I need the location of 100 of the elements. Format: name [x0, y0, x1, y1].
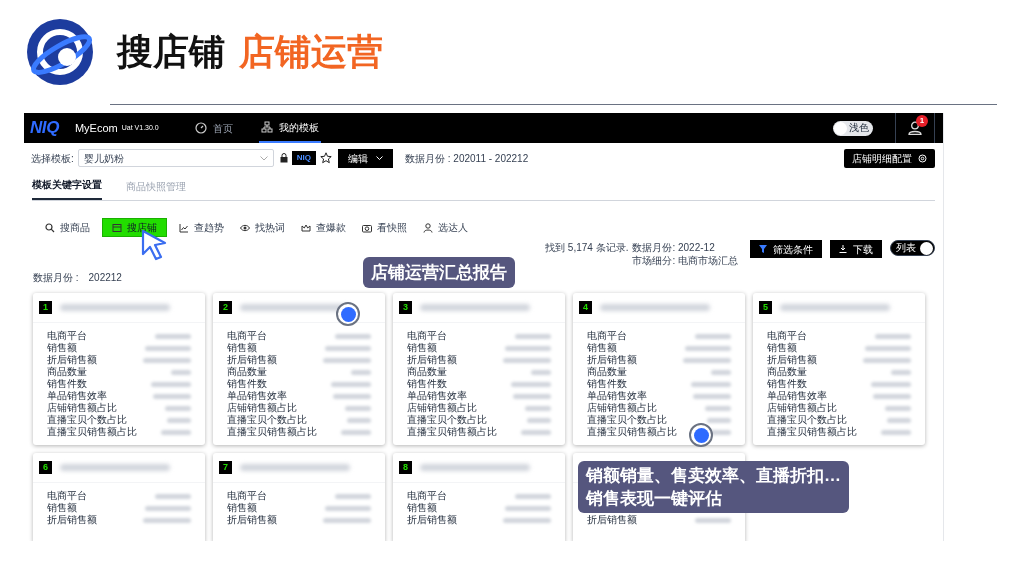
filter-button[interactable]: 筛选条件: [750, 240, 822, 258]
metric-label: 折后销售额: [227, 354, 277, 366]
metric-label: 电商平台: [227, 490, 267, 502]
crown-icon: [301, 222, 311, 233]
metric-label: 直播宝贝销售额占比: [227, 426, 317, 438]
blurred-value: [503, 517, 551, 523]
metric-label: 折后销售额: [407, 354, 457, 366]
blurred-value: [325, 345, 371, 351]
rank-badge: 8: [399, 461, 412, 474]
metric-label: 电商平台: [227, 330, 267, 342]
blurred-value: [525, 405, 551, 411]
lock-icon: [279, 153, 288, 163]
blurred-value: [155, 493, 191, 499]
metric-label: 店铺销售额占比: [587, 402, 657, 414]
blurred-value: [323, 517, 371, 523]
tab[interactable]: 模板关键字设置: [32, 177, 102, 200]
tool-button[interactable]: 找热词: [236, 218, 289, 237]
tool-button[interactable]: 搜商品: [41, 218, 94, 237]
metric-label: 店铺销售额占比: [227, 402, 297, 414]
metric-label: 商品数量: [587, 366, 627, 378]
blurred-value: [333, 393, 371, 399]
blurred-value: [685, 345, 731, 351]
blurred-value: [531, 369, 551, 375]
tool-button[interactable]: 搜店铺: [102, 218, 167, 237]
tool-button[interactable]: 选达人: [419, 218, 472, 237]
nav-tab[interactable]: 首页: [192, 113, 235, 143]
blurred-value: [341, 429, 371, 435]
data-month-label: 数据月份 :: [33, 270, 79, 285]
metric-label: 电商平台: [407, 490, 447, 502]
blurred-value: [143, 357, 191, 363]
star-icon[interactable]: [320, 152, 332, 164]
blurred-value: [683, 357, 731, 363]
gauge-icon: [194, 122, 207, 134]
template-select[interactable]: 婴儿奶粉: [77, 149, 274, 167]
user-button[interactable]: 1: [895, 113, 935, 143]
theme-toggle[interactable]: 浅色: [833, 120, 873, 136]
blurred-value: [693, 393, 731, 399]
metric-label: 直播宝贝个数占比: [767, 414, 847, 426]
metric-label: 销售额: [407, 502, 437, 514]
store-icon: [112, 222, 122, 233]
nav-tab[interactable]: 我的模板: [258, 113, 321, 143]
search-icon: [45, 222, 55, 233]
blurred-value: [873, 393, 911, 399]
view-toggle[interactable]: 列表: [890, 240, 935, 256]
metric-label: 电商平台: [407, 330, 447, 342]
blurred-value: [887, 417, 911, 423]
line-chart-icon: [179, 222, 189, 233]
metric-label: 店铺销售额占比: [767, 402, 837, 414]
blurred-value: [695, 333, 731, 339]
tool-button[interactable]: 查爆款: [297, 218, 350, 237]
metric-label: 电商平台: [587, 330, 627, 342]
eye-icon: [240, 222, 250, 233]
metric-label: 直播宝贝个数占比: [227, 414, 307, 426]
metric-label: 单品销售效率: [587, 390, 647, 402]
tool-button[interactable]: 看快照: [358, 218, 411, 237]
metric-label: 直播宝贝个数占比: [407, 414, 487, 426]
blurred-value: [691, 381, 731, 387]
blurred-value: [145, 505, 191, 511]
metric-label: 商品数量: [407, 366, 447, 378]
metric-label: 电商平台: [47, 490, 87, 502]
download-button[interactable]: 下载: [830, 240, 882, 258]
metric-label: 直播宝贝个数占比: [47, 414, 127, 426]
blurred-value: [875, 333, 911, 339]
metric-label: 店铺销售额占比: [407, 402, 477, 414]
blurred-value: [505, 345, 551, 351]
metric-label: 电商平台: [47, 330, 87, 342]
metric-label: 折后销售额: [227, 514, 277, 526]
data-month-text: 数据月份: 2022-12: [632, 241, 716, 254]
blurred-value: [153, 393, 191, 399]
blurred-value: [695, 517, 731, 523]
blurred-value: [335, 493, 371, 499]
callout-text: 销额销量、售卖效率、直播折扣…: [586, 465, 841, 487]
metric-label: 销售件数: [767, 378, 807, 390]
blurred-value: [513, 393, 551, 399]
brand-badge: NIQ: [291, 151, 316, 165]
rank-badge: 1: [39, 301, 52, 314]
metric-label: 直播宝贝销售额占比: [767, 426, 857, 438]
blurred-value: [331, 381, 371, 387]
tool-button[interactable]: 查趋势: [175, 218, 228, 237]
blurred-value: [705, 405, 731, 411]
app-name: MyEcom: [74, 120, 118, 136]
rank-badge: 2: [219, 301, 232, 314]
filter-icon: [759, 245, 767, 253]
metric-label: 商品数量: [47, 366, 87, 378]
blurred-value: [881, 429, 911, 435]
edit-button[interactable]: 编辑: [338, 148, 393, 168]
blurred-value: [515, 493, 551, 499]
metric-label: 销售额: [587, 342, 617, 354]
blurred-value: [167, 417, 191, 423]
blurred-value: [335, 333, 371, 339]
metric-label: 直播宝贝销售额占比: [587, 426, 677, 438]
metric-label: 电商平台: [767, 330, 807, 342]
config-button[interactable]: 店铺明细配置: [844, 148, 935, 168]
metric-label: 销售件数: [587, 378, 627, 390]
metric-label: 销售额: [227, 342, 257, 354]
data-months-text: 数据月份 : 202011 - 202212: [405, 151, 529, 166]
blurred-value: [711, 369, 731, 375]
metric-label: 销售额: [47, 342, 77, 354]
rank-badge: 6: [39, 461, 52, 474]
metric-label: 单品销售效率: [227, 390, 287, 402]
